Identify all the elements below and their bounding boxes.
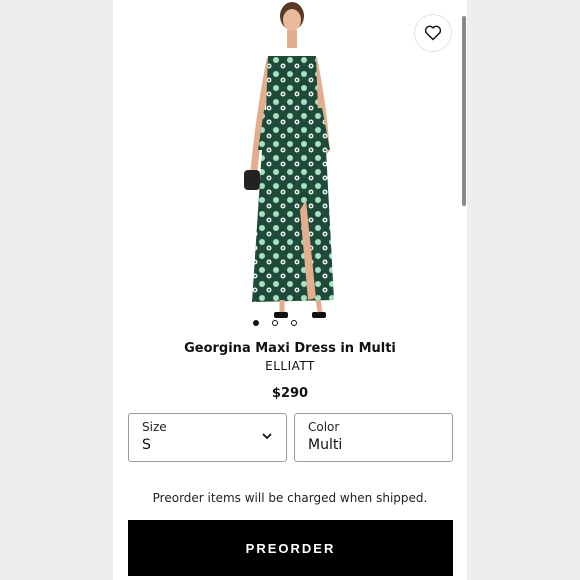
size-label: Size (142, 420, 167, 434)
color-label: Color (308, 420, 340, 434)
image-pagination (253, 320, 297, 326)
preorder-button[interactable]: PREORDER (128, 520, 453, 576)
product-title: Georgina Maxi Dress in Multi (184, 341, 396, 356)
left-margin (0, 0, 113, 580)
color-value: Multi (308, 437, 343, 453)
color-select[interactable]: Color Multi (294, 413, 453, 462)
size-value: S (142, 437, 151, 453)
heart-icon (424, 25, 442, 41)
pagination-dot-1[interactable] (253, 320, 259, 326)
scrollbar[interactable] (462, 16, 466, 206)
preorder-notice: Preorder items will be charged when ship… (152, 491, 428, 505)
dress-model-illustration (244, 2, 334, 318)
product-brand[interactable]: ELLIATT (113, 359, 467, 373)
product-price: $290 (271, 386, 309, 401)
wishlist-button[interactable] (414, 14, 452, 52)
product-image[interactable] (230, 0, 350, 332)
size-select[interactable]: Size S (128, 413, 287, 462)
pagination-dot-2[interactable] (272, 320, 278, 326)
chevron-down-icon (262, 433, 272, 440)
pagination-dot-3[interactable] (291, 320, 297, 326)
right-margin (467, 0, 580, 580)
